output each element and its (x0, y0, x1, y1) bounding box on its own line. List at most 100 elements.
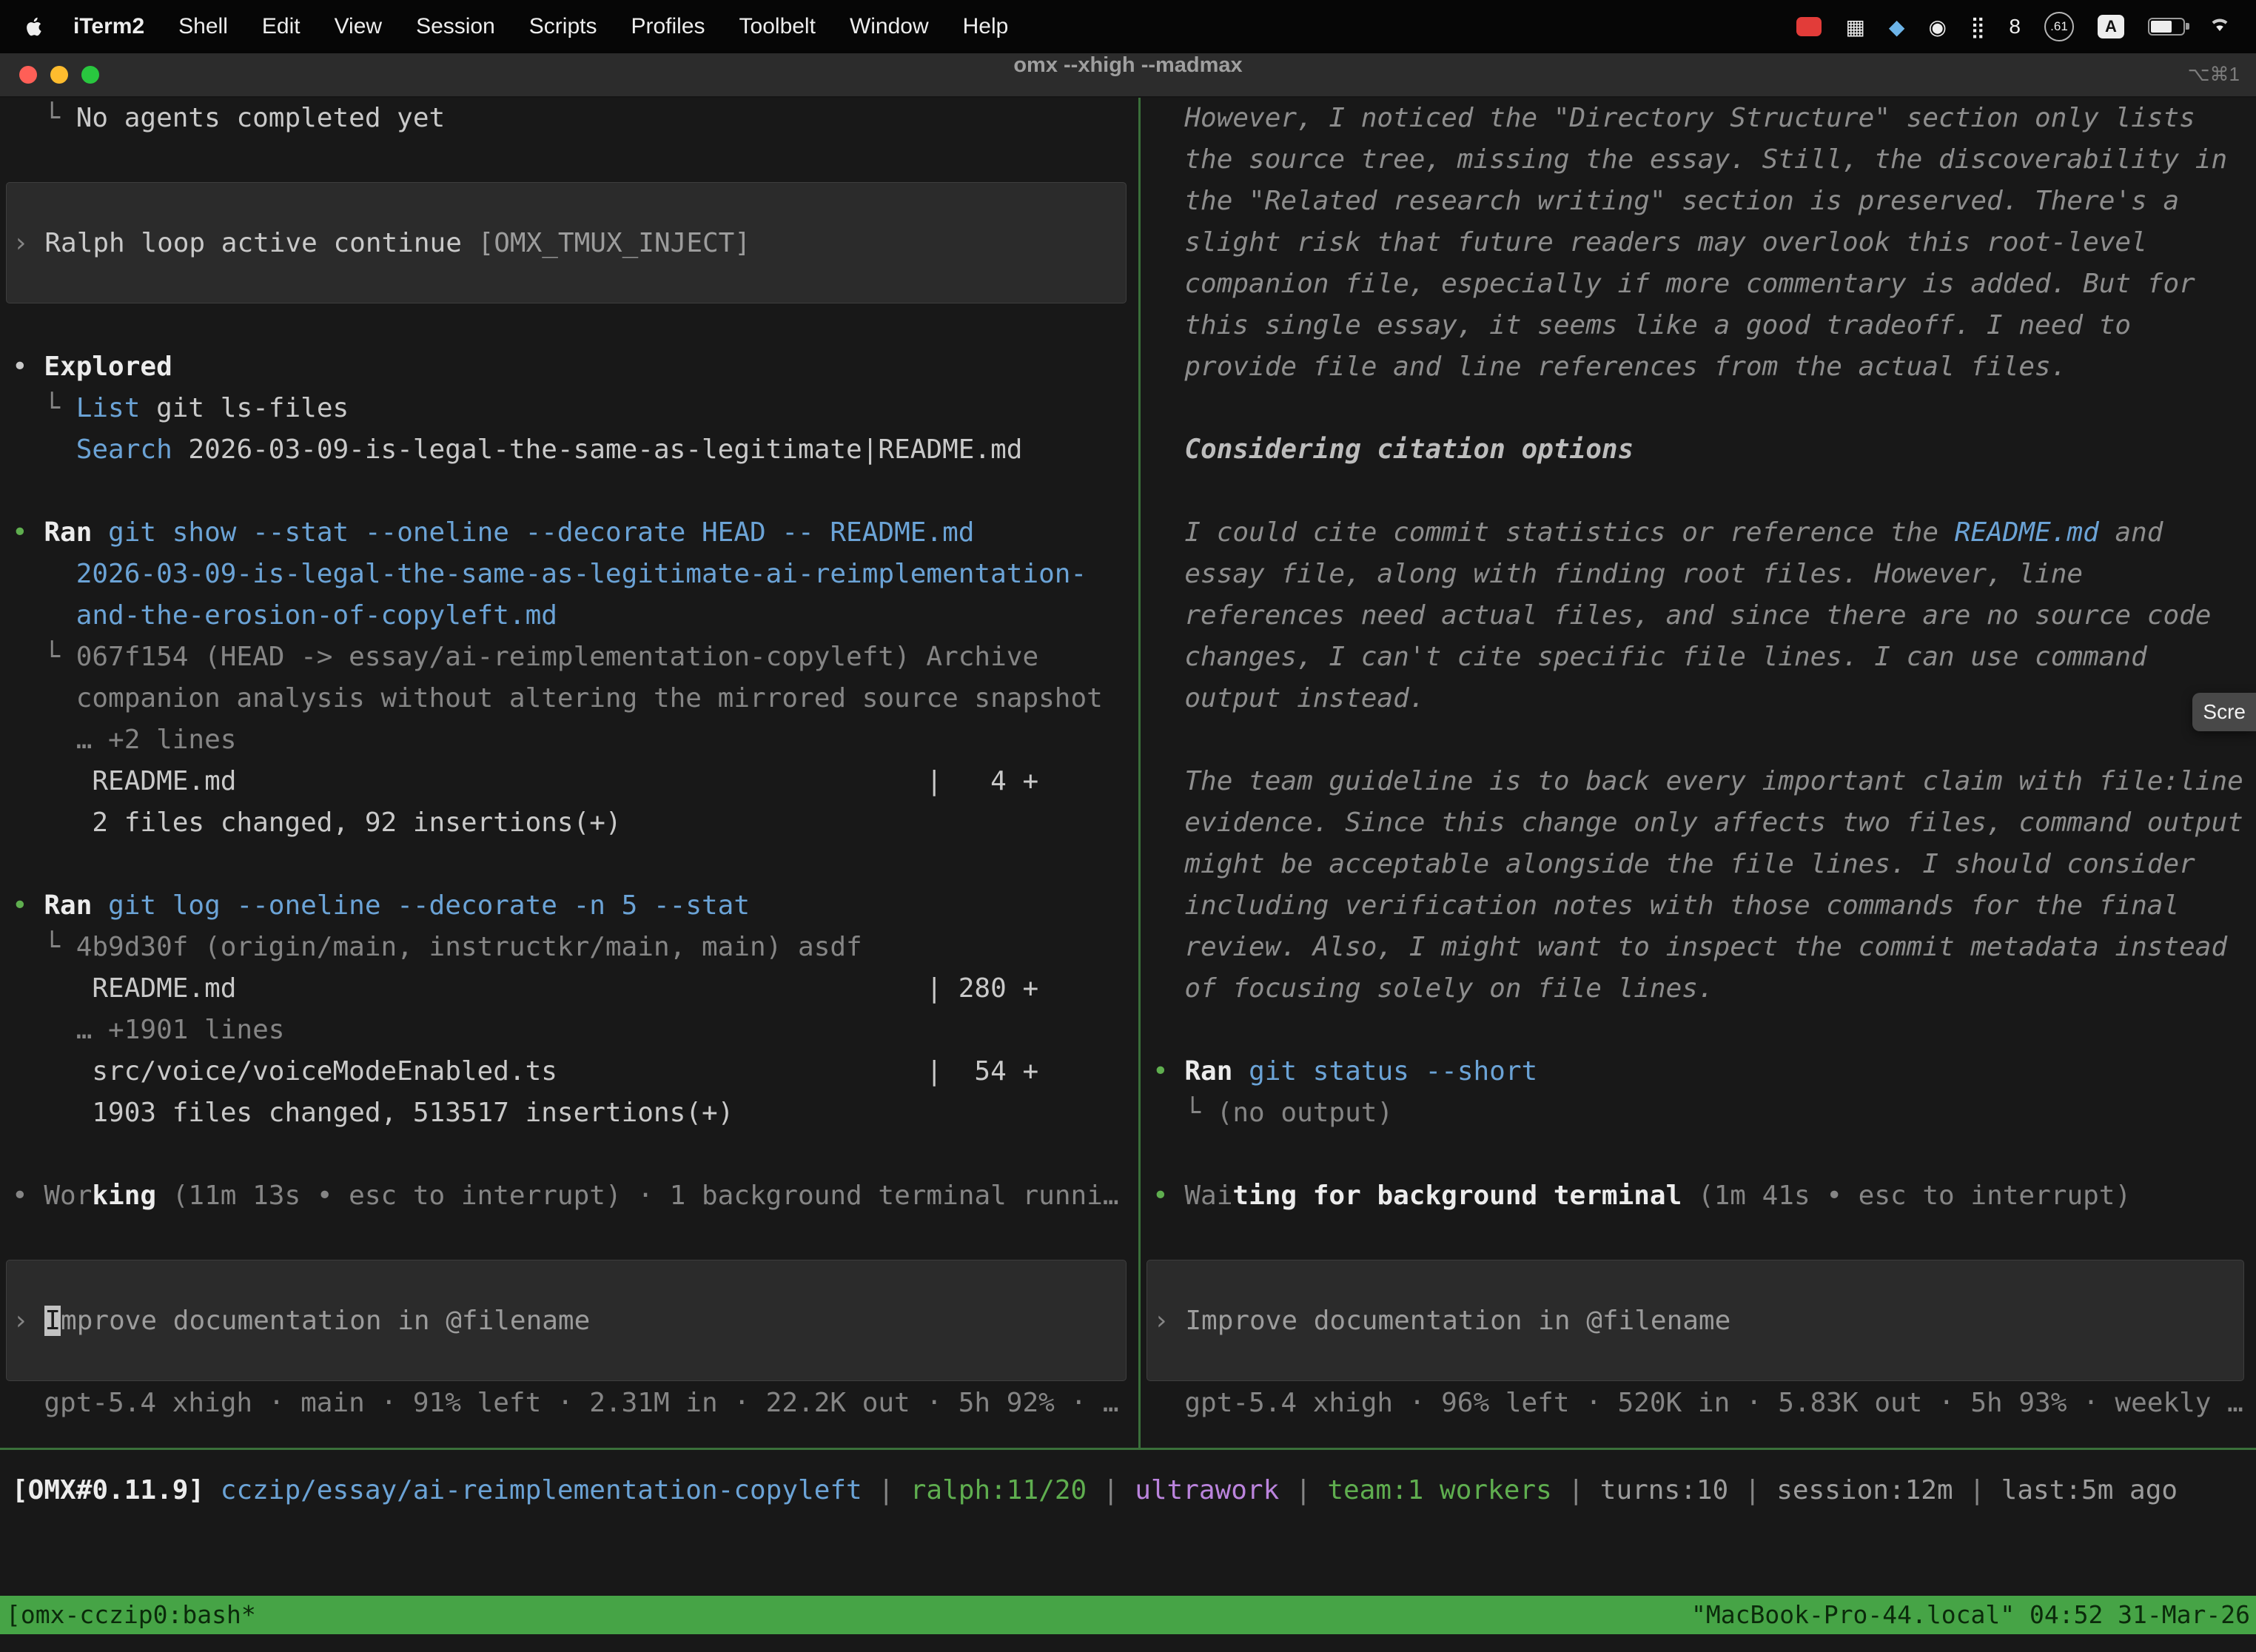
terminal-line: The team guideline is to back every impo… (1141, 761, 2256, 802)
text-segment: git log --oneline --decorate -n 5 --stat (92, 890, 750, 921)
menu-toolbelt[interactable]: Toolbelt (722, 14, 833, 38)
tmux-host-time-label: "MacBook-Pro-44.local" 04:52 31-Mar-26 (1691, 1596, 2250, 1634)
text-segment: List (76, 393, 141, 423)
text-segment: ralph:11/20 (910, 1475, 1087, 1505)
text-segment: cczip/essay/ai-reimplementation-copyleft (221, 1475, 862, 1505)
text-segment: Considering citation options (1152, 434, 1634, 465)
terminal-line: references need actual files, and since … (1141, 595, 2256, 637)
text-segment: └ (12, 103, 76, 133)
terminal-line: └ List git ls-files (0, 388, 1138, 429)
text-segment: Search (76, 434, 172, 465)
text-segment: • (12, 517, 44, 548)
terminal-line: the "Related research writing" section i… (1141, 181, 2256, 222)
prompt-input[interactable]: › Improve documentation in @filename (6, 1260, 1127, 1381)
blank-line (0, 844, 1138, 885)
text-segment: this single essay, it seems like a good … (1152, 310, 2131, 340)
menu-edit[interactable]: Edit (245, 14, 318, 38)
text-segment: | (862, 1475, 910, 1505)
blank-line (1141, 719, 2256, 761)
blank-line (1141, 1010, 2256, 1051)
terminal-line: output instead. (1141, 678, 2256, 719)
text-segment: | (1279, 1475, 1327, 1505)
text-segment: └ 067f154 (HEAD -> essay/ai-reimplementa… (12, 642, 1038, 672)
battery-percent-icon[interactable]: .61 (2044, 12, 2074, 41)
text-segment: including verification notes with those … (1152, 890, 2179, 921)
menu-view[interactable]: View (318, 14, 399, 38)
screen-notification[interactable]: Scre (2192, 693, 2256, 731)
text-segment: session:12m (1776, 1475, 1953, 1505)
text-segment: and-the-erosion-of-copyleft.md (12, 600, 557, 631)
text-segment: | (1728, 1475, 1776, 1505)
terminal-line: └ 067f154 (HEAD -> essay/ai-reimplementa… (0, 637, 1138, 678)
text-segment: output instead. (1152, 683, 1425, 713)
tmux-status-bar: [omx-cczip0:bash* "MacBook-Pro-44.local"… (0, 1596, 2256, 1634)
text-segment: the source tree, missing the essay. Stil… (1152, 144, 2227, 175)
text-segment: git status --short (1232, 1056, 1537, 1087)
blank-line (0, 139, 1138, 181)
text-segment: Ran (44, 517, 92, 548)
screen: iTerm2ShellEditViewSessionScriptsProfile… (0, 0, 2256, 1652)
terminal: └ No agents completed yet› Ralph loop ac… (0, 98, 2256, 1448)
text-segment: mprove documentation in @filename (61, 1306, 590, 1336)
battery-icon[interactable] (2148, 18, 2185, 36)
input-source-icon[interactable]: A (2098, 15, 2124, 38)
text-segment (12, 434, 76, 465)
apple-menu-icon[interactable] (25, 16, 44, 38)
menubar-status-icons: ▦ ◆ ◉ ⣿ 8 .61 A (1796, 12, 2231, 41)
terminal-line: src/voice/voiceModeEnabled.ts | 54 + (0, 1051, 1138, 1092)
text-segment: The team guideline is to back every impo… (1152, 766, 2243, 796)
grid-app-icon[interactable]: ▦ (1845, 15, 1864, 39)
terminal-line: of focusing solely on file lines. (1141, 968, 2256, 1010)
prompt-input[interactable]: › Improve documentation in @filename (1147, 1260, 2244, 1381)
left-pane[interactable]: └ No agents completed yet› Ralph loop ac… (0, 98, 1138, 1448)
text-segment: • Wor (12, 1181, 92, 1211)
text-segment: (11m 13s • esc to interrupt) · 1 backgro… (156, 1181, 1118, 1211)
blank-line (1141, 471, 2256, 512)
stats-app-icon[interactable]: 8 (2009, 15, 2021, 38)
text-segment: and (2099, 517, 2163, 548)
menu-session[interactable]: Session (399, 14, 512, 38)
terminal-line: README.md | 280 + (0, 968, 1138, 1010)
blank-line (0, 1134, 1138, 1175)
text-segment: [OMX_TMUX_INJECT] (478, 228, 751, 258)
text-segment: … +1901 lines (12, 1015, 284, 1045)
text-segment: companion analysis without altering the … (12, 683, 1103, 713)
drop-app-icon[interactable]: ◆ (1889, 15, 1905, 39)
screen-recording-indicator-icon[interactable] (1796, 17, 1822, 36)
text-segment: 1903 files changed, 513517 insertions(+) (12, 1098, 733, 1128)
terminal-line: might be acceptable alongside the file l… (1141, 844, 2256, 885)
thinking-heading: Considering citation options (1141, 429, 2256, 471)
working-status: • Working (11m 13s • esc to interrupt) ·… (0, 1175, 1138, 1217)
text-segment: I could cite commit statistics or refere… (1152, 517, 1955, 548)
terminal-line: including verification notes with those … (1141, 885, 2256, 927)
menu-window[interactable]: Window (833, 14, 946, 38)
text-segment: provide file and line references from th… (1152, 352, 2067, 382)
text-segment: • (1152, 1056, 1184, 1087)
text-segment: (1m 41s • esc to interrupt) (1682, 1181, 2131, 1211)
right-pane[interactable]: However, I noticed the "Directory Struct… (1141, 98, 2256, 1448)
menu-profiles[interactable]: Profiles (614, 14, 722, 38)
text-segment: • (12, 352, 44, 382)
menu-iterm2[interactable]: iTerm2 (56, 14, 161, 38)
menu-help[interactable]: Help (946, 14, 1026, 38)
text-segment: review. Also, I might want to inspect th… (1152, 932, 2227, 962)
text-segment: › (13, 1306, 44, 1336)
window-titlebar[interactable]: omx --xhigh --madmax ⌥⌘1 (0, 53, 2256, 98)
text-segment: › (1153, 1306, 1185, 1336)
session-status: gpt-5.4 xhigh · main · 91% left · 2.31M … (0, 1383, 1138, 1424)
menu-shell[interactable]: Shell (161, 14, 245, 38)
text-segment: references need actual files, and since … (1152, 600, 2211, 631)
circle-app-icon[interactable]: ◉ (1928, 15, 1946, 39)
terminal-line: companion analysis without altering the … (0, 678, 1138, 719)
terminal-line: changes, I can't cite specific file line… (1141, 637, 2256, 678)
menu-scripts[interactable]: Scripts (512, 14, 614, 38)
text-segment: 2026-03-09-is-legal-the-same-as-legitima… (12, 559, 1087, 589)
terminal-line: I could cite commit statistics or refere… (1141, 512, 2256, 554)
wifi-icon[interactable] (2209, 15, 2231, 38)
text-segment: Ran (1184, 1056, 1232, 1087)
terminal-line: evidence. Since this change only affects… (1141, 802, 2256, 844)
terminal-line: the source tree, missing the essay. Stil… (1141, 139, 2256, 181)
dots-grid-icon[interactable]: ⣿ (1970, 15, 1986, 39)
blank-line (0, 471, 1138, 512)
blank-line (0, 305, 1138, 346)
